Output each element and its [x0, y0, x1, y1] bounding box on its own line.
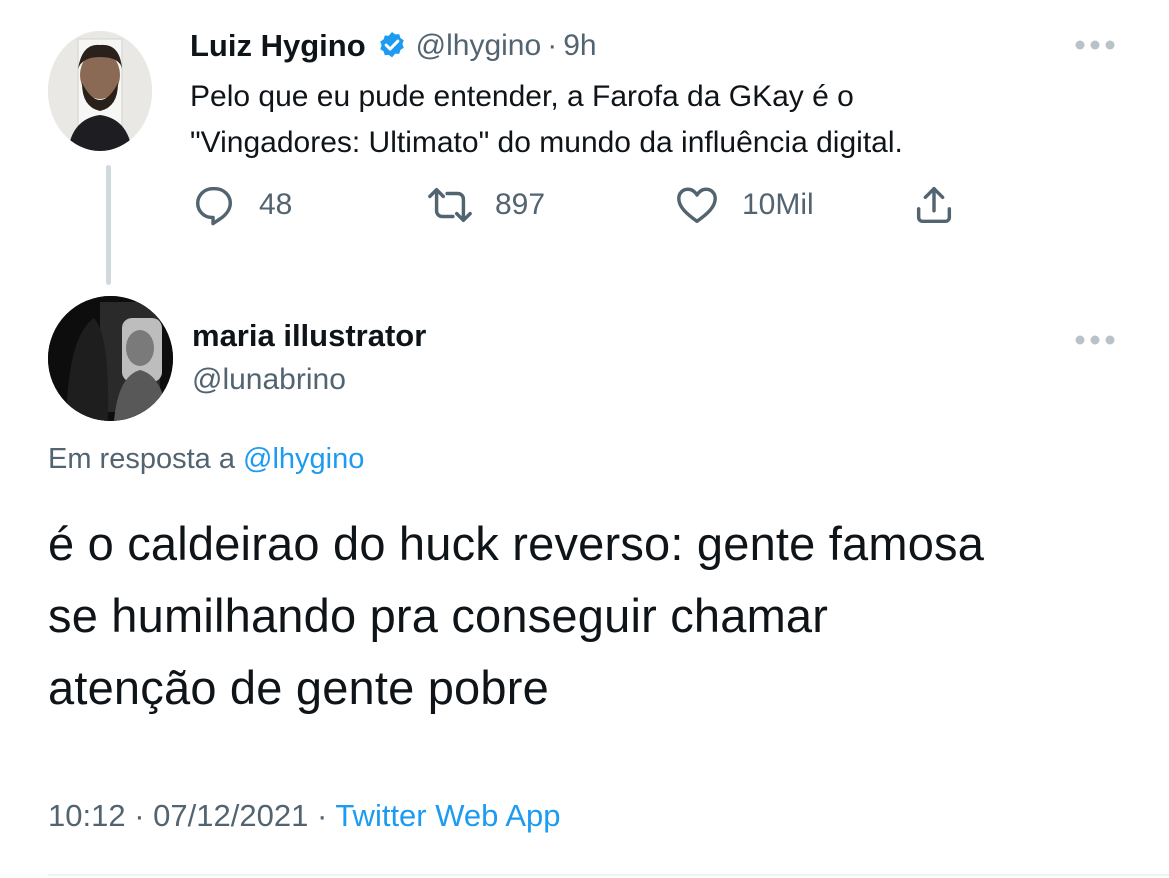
reply-icon — [195, 186, 233, 226]
tweet-metadata: 10:12 · 07/12/2021 · Twitter Web App — [48, 798, 560, 834]
replying-to-line: Em resposta a @lhygino — [48, 443, 364, 476]
parent-text-line: Pelo que eu pude entender, a Farofa da G… — [190, 80, 854, 113]
like-count: 10Mil — [742, 188, 814, 221]
parent-tweet-text: Pelo que eu pude entender, a Farofa da G… — [190, 74, 1090, 166]
tweet-time[interactable]: 10:12 — [48, 798, 126, 833]
header-separator: · — [547, 29, 558, 62]
parent-text-line: "Vingadores: Ultimato" do mundo da influ… — [190, 126, 903, 159]
tweet-source-link[interactable]: Twitter Web App — [335, 798, 560, 833]
parent-author-avatar[interactable] — [48, 31, 152, 151]
retweet-icon — [428, 187, 472, 223]
like-icon — [677, 187, 717, 224]
thread-connector-line — [106, 165, 111, 285]
replying-to-handle-link[interactable]: @lhygino — [243, 443, 364, 475]
reply-tweet-text: é o caldeirao do huck reverso: gente fam… — [48, 508, 1138, 724]
retweet-count: 897 — [495, 188, 546, 221]
verified-badge-icon — [379, 32, 404, 58]
reply-count: 48 — [259, 188, 293, 221]
parent-author-name[interactable]: Luiz Hygino — [190, 28, 366, 64]
like-button[interactable]: 10Mil — [674, 182, 814, 228]
share-icon — [916, 186, 952, 224]
reply-author-avatar[interactable] — [48, 296, 173, 421]
retweet-button[interactable]: 897 — [427, 182, 545, 228]
reply-text-line: se humilhando pra conseguir chamar — [48, 589, 829, 642]
parent-tweet-time[interactable]: 9h — [563, 29, 596, 63]
reply-button[interactable]: 48 — [191, 182, 292, 228]
replying-to-label: Em resposta a — [48, 443, 235, 475]
bottom-divider — [48, 874, 1169, 876]
reply-text-line: atenção de gente pobre — [48, 661, 549, 714]
reply-text-line: é o caldeirao do huck reverso: gente fam… — [48, 517, 985, 570]
meta-separator: · — [316, 798, 328, 833]
reply-author-name[interactable]: maria illustrator — [192, 318, 426, 354]
reply-author-handle[interactable]: @lunabrino — [192, 363, 346, 397]
more-options-icon[interactable] — [1073, 333, 1117, 347]
parent-author-handle[interactable]: @lhygino — [416, 29, 542, 63]
tweet-date[interactable]: 07/12/2021 — [153, 798, 308, 833]
more-options-icon[interactable] — [1073, 38, 1117, 52]
meta-separator: · — [134, 798, 145, 833]
reply-author-name-row: maria illustrator — [192, 318, 426, 354]
parent-tweet-header: Luiz Hygino @lhygino · 9h — [190, 25, 597, 67]
share-button[interactable] — [911, 182, 957, 228]
